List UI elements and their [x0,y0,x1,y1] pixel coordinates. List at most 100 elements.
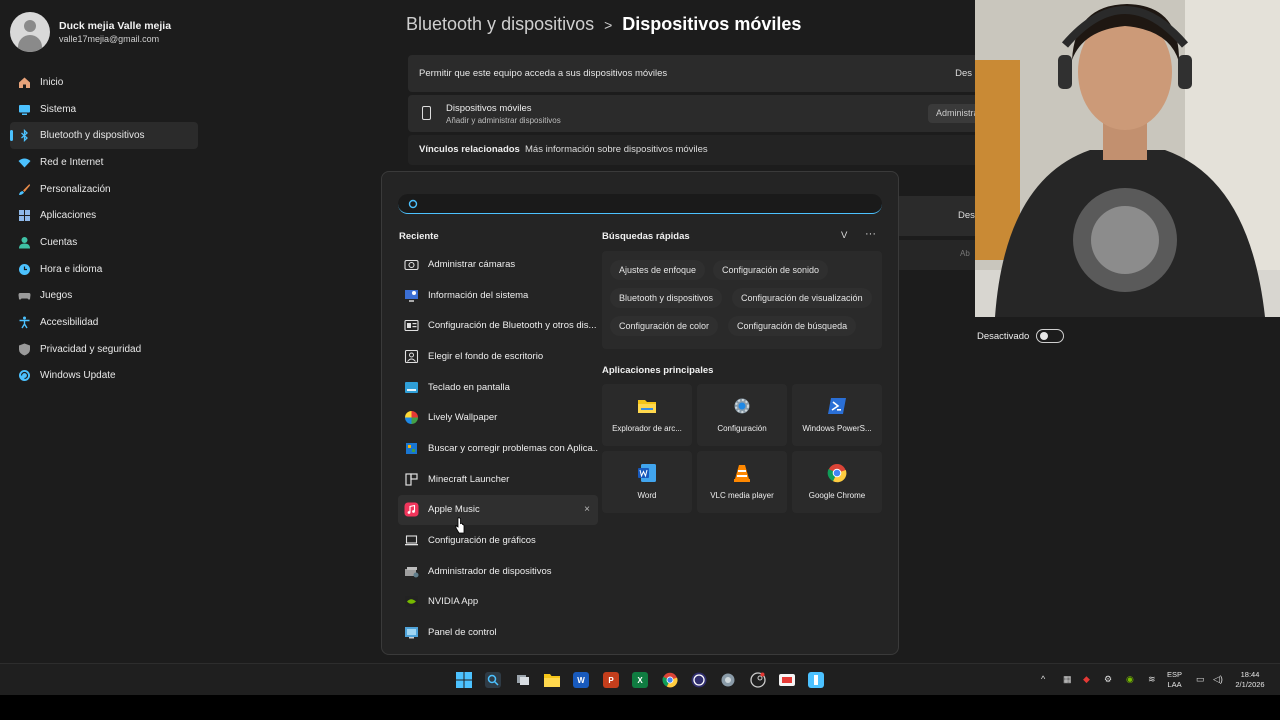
breadcrumb: Bluetooth y dispositivos > Dispositivos mó… [406,14,801,35]
network-tray-icon[interactable]: ≋ [1148,674,1156,685]
recent-item-wallpaper[interactable]: Elegir el fondo de escritorio [398,341,598,372]
app-tile-file-explorer[interactable]: Explorador de arc... [602,384,692,446]
app-taskbar-icon[interactable] [808,672,824,688]
recent-item-control-panel[interactable]: Panel de control [398,617,598,648]
windows-start-icon[interactable] [456,672,472,688]
excel-taskbar-icon[interactable]: X [632,672,648,688]
sidebar-item-label: Windows Update [40,370,116,382]
file-explorer-taskbar-icon[interactable] [544,672,560,688]
more-options-button[interactable]: ··· [865,228,876,240]
toggle-switch[interactable] [1036,329,1064,343]
shield-icon [18,343,31,356]
recent-item-cameras[interactable]: Administrar cámaras [398,249,598,280]
nvidia-tray-icon[interactable]: ◉ [1126,674,1134,685]
quick-chip-search[interactable]: Configuración de búsqueda [728,316,857,336]
mobile-devices-card[interactable]: Dispositivos móviles Añadir y administra… [408,95,980,132]
recent-item-apple-music[interactable]: Apple Music × [398,494,598,526]
vlc-icon [734,465,750,482]
sidebar-item-label: Juegos [40,290,73,302]
quick-chip-display[interactable]: Configuración de visualización [732,288,872,308]
lively-tray-icon[interactable]: ◆ [1083,674,1090,685]
tray-utility-icon[interactable]: ⚙ [1104,674,1112,685]
sidebar-item-label: Privacidad y seguridad [40,343,142,355]
quick-searches-panel: Ajustes de enfoque Configuración de soni… [602,251,882,349]
app-tile-chrome[interactable]: Google Chrome [792,451,882,513]
sidebar-item-personalizacion[interactable]: Personalización [10,176,198,203]
volume-icon[interactable]: ◁) [1213,674,1223,685]
display-tray-icon[interactable]: ▭ [1196,674,1205,685]
clock[interactable]: 18:44 2/1/2026 [1232,670,1268,690]
recent-item-system-info[interactable]: Información del sistema [398,280,598,311]
sidebar-item-label: Cuentas [40,236,78,248]
chevron-up-icon[interactable]: ^ [1041,674,1045,684]
app-tile-label: Google Chrome [808,491,866,500]
related-link-more-info[interactable]: Más información sobre dispositivos móvil… [525,144,708,155]
sidebar-item-hora[interactable]: Hora e idioma [10,256,198,283]
sidebar-item-label: Accesibilidad [40,317,99,329]
sidebar-item-privacidad[interactable]: Privacidad y seguridad [10,336,198,363]
webcam-person-image [975,0,1280,317]
quick-chip-focus[interactable]: Ajustes de enfoque [610,260,706,280]
quick-chip-sound[interactable]: Configuración de sonido [713,260,829,280]
sidebar-item-windows-update[interactable]: Windows Update [10,363,198,390]
setting-card-button[interactable]: Ab [960,249,970,258]
tray-app-icon[interactable]: ▦ [1063,674,1072,685]
capture-taskbar-icon[interactable] [779,672,795,688]
app-tile-vlc[interactable]: VLC media player [697,451,787,513]
sidebar-item-inicio[interactable]: Inicio [10,69,198,96]
sidebar-item-juegos[interactable]: Juegos [10,283,198,310]
recent-item-troubleshoot[interactable]: Buscar y corregir problemas con Aplica..… [398,433,598,464]
recent-item-device-manager[interactable]: Administrador de dispositivos [398,556,598,587]
task-view-icon[interactable] [515,672,531,688]
recent-item-minecraft[interactable]: Minecraft Launcher [398,464,598,495]
search-input[interactable] [424,196,864,212]
steam-taskbar-icon[interactable] [750,672,766,688]
manage-button[interactable]: Administrar [928,104,980,123]
word-taskbar-icon[interactable]: W [573,672,589,688]
recent-item-bluetooth-settings[interactable]: Configuración de Bluetooth y otros dis..… [398,310,598,341]
setting-card-state[interactable]: Des [958,210,975,221]
recent-item-keyboard[interactable]: Teclado en pantalla [398,372,598,403]
language-indicator[interactable]: ESP LAA [1167,670,1182,690]
system-icon [18,103,31,116]
quick-chip-color[interactable]: Configuración de color [610,316,719,336]
allow-access-state[interactable]: Des [955,68,972,79]
phone-icon [422,106,431,120]
recent-item-label: Panel de control [428,627,497,639]
recent-item-graphics[interactable]: Configuración de gráficos [398,525,598,556]
search-box[interactable] [398,194,882,214]
app-tile-settings[interactable]: Configuración [697,384,787,446]
app-tile-powershell[interactable]: Windows PowerS... [792,384,882,446]
chrome-taskbar-icon[interactable] [662,672,678,688]
sidebar-item-cuentas[interactable]: Cuentas [10,229,198,256]
system-info-icon [404,288,419,303]
recent-item-label: Información del sistema [428,289,529,301]
remove-recent-button[interactable]: × [584,504,590,515]
recent-item-lively[interactable]: Lively Wallpaper [398,402,598,433]
sidebar-item-sistema[interactable]: Sistema [10,96,198,123]
taskbar: W P X ^ ▦ ◆ ⚙ ◉ ≋ ESP LAA ▭ ◁) 18:44 2/1… [0,663,1280,695]
settings-taskbar-icon[interactable] [720,672,736,688]
search-taskbar-icon[interactable] [485,672,501,688]
sidebar-item-accesibilidad[interactable]: Accesibilidad [10,309,198,336]
word-icon [638,464,656,482]
breadcrumb-parent[interactable]: Bluetooth y dispositivos [406,14,594,34]
sidebar-item-bluetooth[interactable]: Bluetooth y dispositivos [10,122,198,150]
obs-taskbar-icon[interactable] [691,672,707,688]
webcam-overlay [975,0,1280,317]
sidebar-item-label: Hora e idioma [40,263,103,275]
quick-v-button[interactable]: V [841,230,847,241]
mouse-cursor-icon [455,517,465,534]
sidebar-item-label: Bluetooth y dispositivos [40,130,145,142]
app-tile-label: Windows PowerS... [802,424,872,433]
recent-title: Reciente [399,231,439,242]
wifi-icon [18,156,31,169]
language-code: ESP [1167,670,1183,679]
sidebar-item-red[interactable]: Red e Internet [10,149,198,176]
sidebar-item-aplicaciones[interactable]: Aplicaciones [10,202,198,229]
powerpoint-taskbar-icon[interactable]: P [603,672,619,688]
recent-item-nvidia[interactable]: NVIDIA App [398,587,598,618]
app-tile-word[interactable]: Word [602,451,692,513]
quick-chip-bluetooth[interactable]: Bluetooth y dispositivos [610,288,723,308]
user-profile[interactable]: Duck mejia Valle mejia valle17mejia@gmai… [10,12,171,52]
